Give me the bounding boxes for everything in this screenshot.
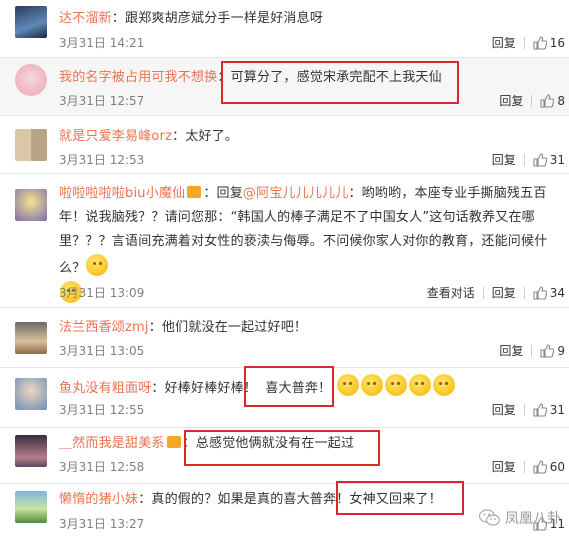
comment-text: 他们就没在一起过好吧！ bbox=[161, 320, 308, 335]
timestamp: 3月31日 14:21 bbox=[59, 36, 145, 50]
avatar[interactable] bbox=[15, 435, 47, 467]
laugh-emoji-icon bbox=[432, 374, 455, 396]
comment-text: 跟郑爽胡彦斌分手一样是好消息呀 bbox=[125, 11, 324, 26]
like-count: 34 bbox=[549, 286, 565, 300]
reply-button[interactable]: 回复 bbox=[492, 284, 516, 302]
thumbs-up-icon bbox=[533, 36, 547, 50]
comment-item: 就是只爱李易峰orz：太好了。 3月31日 12:53 回复 31 bbox=[0, 116, 569, 174]
avatar[interactable] bbox=[15, 64, 47, 96]
watermark: 凤凰八卦 bbox=[479, 508, 561, 528]
like-button[interactable]: 34 bbox=[533, 284, 565, 302]
highlight-box bbox=[336, 481, 464, 515]
separator: ： bbox=[111, 11, 126, 26]
laugh-emoji-icon bbox=[336, 374, 359, 396]
laugh-emoji-icon bbox=[384, 374, 407, 396]
like-count: 60 bbox=[549, 460, 565, 474]
mention-link[interactable]: @阿宝儿儿儿儿儿 bbox=[243, 186, 349, 201]
timestamp: 3月31日 12:57 bbox=[59, 94, 145, 108]
timestamp: 3月31日 12:53 bbox=[59, 153, 145, 167]
reply-button[interactable]: 回复 bbox=[492, 34, 516, 52]
username[interactable]: 法兰西香颂zmj bbox=[59, 320, 149, 335]
avatar[interactable] bbox=[15, 129, 47, 161]
laugh-emoji-icon bbox=[360, 374, 383, 396]
crown-icon bbox=[166, 436, 181, 448]
comment-item: 法兰西香颂zmj：他们就没在一起过好吧！ 3月31日 13:05 回复 9 bbox=[0, 308, 569, 368]
comment-item: 鱼丸没有粗面呀：好棒好棒好棒！ 喜大普奔！ 3月31日 12:55 回复 31 bbox=[0, 366, 569, 428]
like-button[interactable]: 60 bbox=[533, 458, 565, 476]
like-button[interactable]: 31 bbox=[533, 151, 565, 169]
like-button[interactable]: 9 bbox=[540, 342, 565, 360]
divider bbox=[523, 404, 525, 416]
smile-emoji-icon bbox=[86, 254, 109, 276]
laugh-emoji-icon bbox=[408, 374, 431, 396]
username[interactable]: 鱼丸没有粗面呀 bbox=[59, 381, 151, 396]
like-button[interactable]: 8 bbox=[540, 92, 565, 110]
username[interactable]: 达不溜新 bbox=[59, 11, 112, 26]
thumbs-up-icon bbox=[533, 403, 547, 417]
username[interactable]: 啦啦啦啦啦biu小魔仙 bbox=[59, 186, 185, 201]
avatar[interactable] bbox=[15, 378, 47, 410]
thumbs-up-icon bbox=[540, 344, 555, 358]
comment-item: 我的名字被占用可我不想换：可算分了，感觉宋承完配不上我天仙 3月31日 12:5… bbox=[0, 58, 569, 116]
reply-button[interactable]: 回复 bbox=[499, 342, 523, 360]
separator: ： bbox=[151, 381, 165, 396]
divider bbox=[482, 287, 484, 299]
reply-button[interactable]: 回复 bbox=[499, 92, 523, 110]
view-conversation-button[interactable]: 查看对话 bbox=[427, 284, 475, 302]
like-button[interactable]: 31 bbox=[533, 401, 565, 419]
separator: ： bbox=[148, 320, 162, 335]
comment-text: 真的假的？如果是真的喜大普奔！ bbox=[151, 492, 350, 507]
divider bbox=[523, 287, 525, 299]
crown-icon bbox=[187, 186, 202, 198]
divider bbox=[531, 345, 533, 357]
avatar[interactable] bbox=[15, 189, 47, 221]
reply-button[interactable]: 回复 bbox=[492, 401, 516, 419]
comment-item: 啦啦啦啦啦biu小魔仙 ：回复@阿宝儿儿儿儿儿：哟哟哟，本座专业手撕脑残五百年！说… bbox=[0, 174, 569, 308]
watermark-text: 凤凰八卦 bbox=[505, 511, 561, 527]
like-button[interactable]: 16 bbox=[533, 34, 565, 52]
comment-text: 太好了。 bbox=[185, 129, 239, 144]
comment-text: ：回复 bbox=[203, 186, 243, 201]
timestamp: 3月31日 12:55 bbox=[59, 403, 145, 417]
username[interactable]: 我的名字被占用可我不想换 bbox=[59, 70, 217, 85]
comment-item: ＿然而我是甜美系 ：总感觉他俩就没有在一起过 3月31日 12:58 回复 60 bbox=[0, 428, 569, 484]
reply-button[interactable]: 回复 bbox=[492, 151, 516, 169]
divider bbox=[523, 154, 525, 166]
username[interactable]: 懒惰的猪小妹 bbox=[59, 492, 138, 507]
like-count: 31 bbox=[549, 153, 565, 167]
username[interactable]: ＿然而我是甜美系 bbox=[59, 436, 165, 451]
wechat-icon bbox=[479, 509, 501, 526]
like-count: 31 bbox=[549, 403, 565, 417]
thumbs-up-icon bbox=[533, 153, 547, 167]
divider bbox=[523, 461, 525, 473]
avatar[interactable] bbox=[15, 491, 47, 523]
like-count: 16 bbox=[549, 36, 565, 50]
like-count: 9 bbox=[557, 344, 565, 358]
timestamp: 3月31日 13:09 bbox=[59, 286, 145, 300]
divider bbox=[523, 37, 525, 49]
thumbs-up-icon bbox=[533, 286, 547, 300]
separator: ： bbox=[172, 129, 186, 144]
separator: ： bbox=[138, 492, 152, 507]
like-count: 8 bbox=[557, 94, 565, 108]
timestamp: 3月31日 13:05 bbox=[59, 344, 145, 358]
thumbs-up-icon bbox=[533, 460, 547, 474]
reply-button[interactable]: 回复 bbox=[492, 458, 516, 476]
comment-item: 达不溜新：跟郑爽胡彦斌分手一样是好消息呀 3月31日 14:21 回复 16 bbox=[0, 0, 569, 58]
timestamp: 3月31日 13:27 bbox=[59, 517, 145, 531]
username[interactable]: 就是只爱李易峰orz bbox=[59, 129, 172, 144]
thumbs-up-icon bbox=[540, 94, 555, 108]
avatar[interactable] bbox=[15, 322, 47, 354]
timestamp: 3月31日 12:58 bbox=[59, 460, 145, 474]
avatar[interactable] bbox=[15, 6, 47, 38]
divider bbox=[531, 95, 533, 107]
